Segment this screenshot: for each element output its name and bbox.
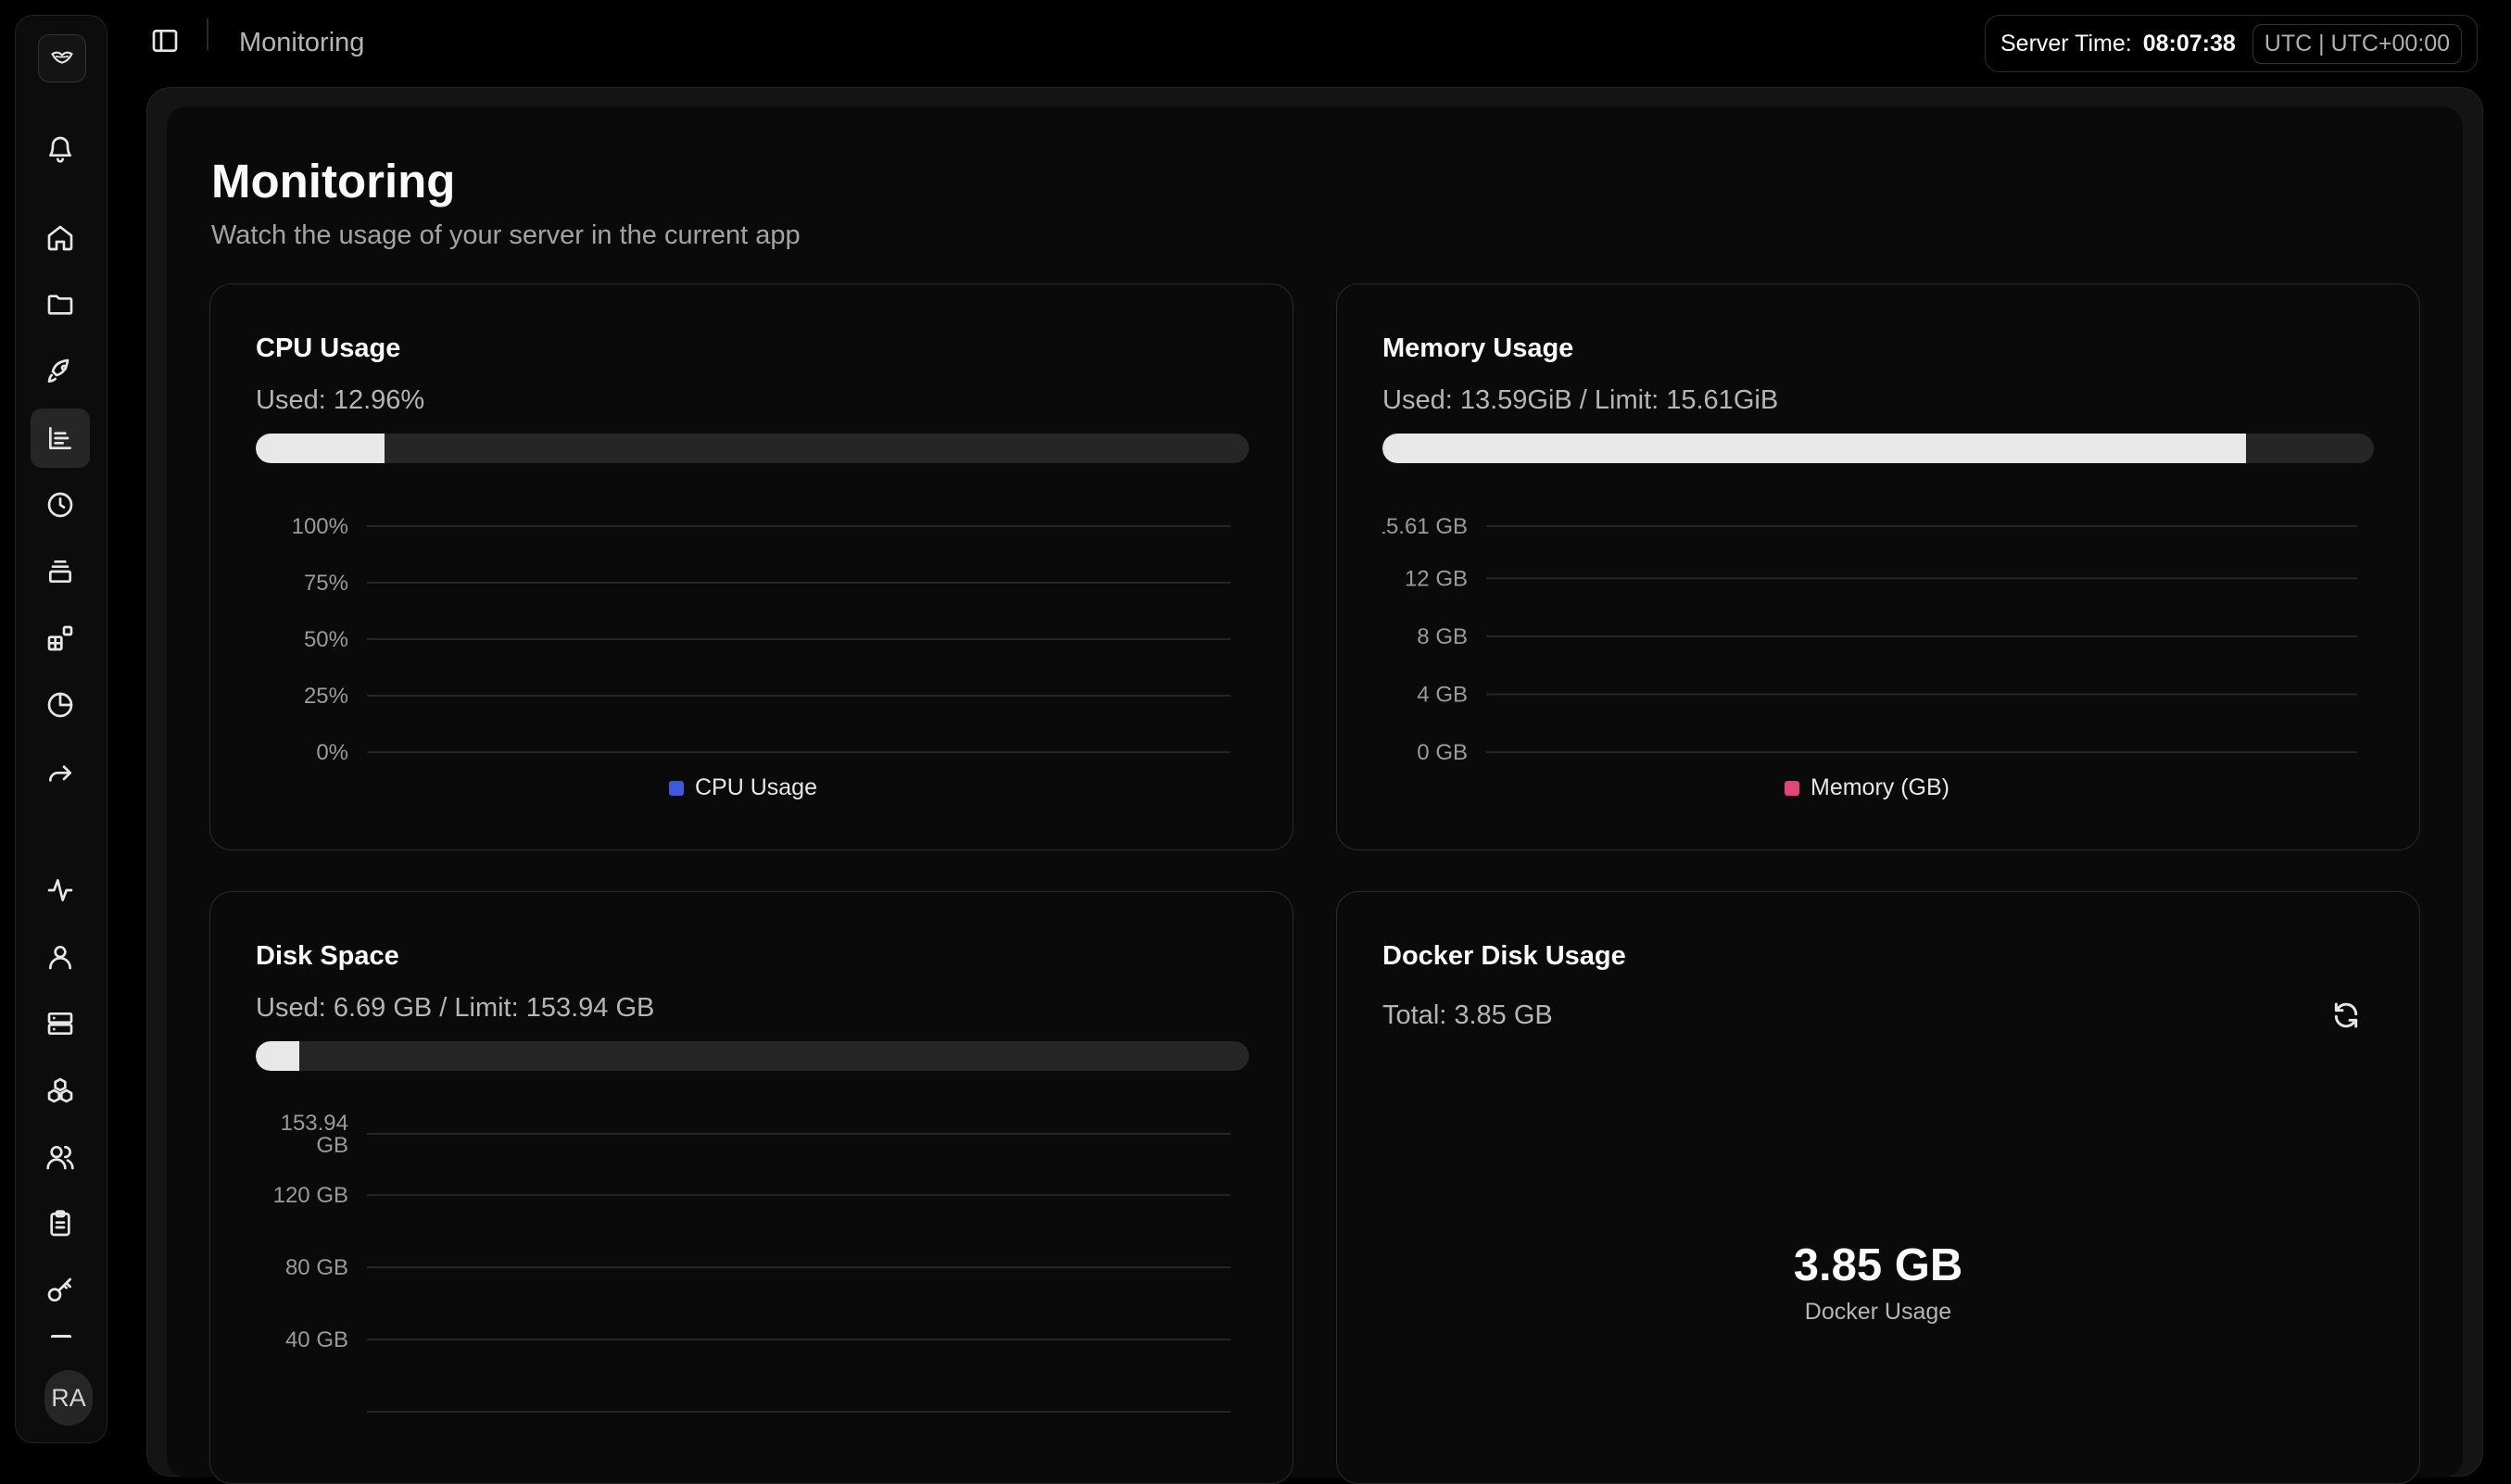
y-tick-label: 40 GB [285, 1327, 348, 1352]
refresh-icon [2334, 1002, 2358, 1028]
logo-icon [51, 51, 73, 64]
sidebar-item-notifications[interactable] [31, 119, 90, 179]
bell-icon [49, 136, 71, 163]
clock-icon [47, 492, 73, 518]
memory-used-text: Used: 13.59GiB / Limit: 15.61GiB [1382, 385, 1779, 415]
sidebar-item-ssh-keys[interactable] [31, 1261, 90, 1320]
memory-chart: 15.61 GB 12 GB 8 GB 4 GB 0 GB [1382, 514, 2357, 765]
docker-usage-label: Docker Usage [1804, 1299, 1952, 1325]
users-icon [46, 1146, 74, 1170]
y-tick-label: 15.61 GB [1382, 514, 1468, 539]
sidebar-item-cluster[interactable] [31, 1061, 90, 1120]
memory-progress-bar [1382, 434, 2374, 463]
activity-icon [47, 879, 73, 901]
sidebar-item-home[interactable] [31, 208, 90, 268]
y-tick-label: 100% [292, 514, 348, 539]
monitoring-icon [49, 427, 71, 449]
pie-chart-icon [47, 692, 73, 718]
y-tick-label: 50% [304, 627, 348, 652]
sidebar-toggle-icon [152, 30, 178, 52]
disk-progress-fill [256, 1041, 299, 1071]
home-icon [47, 225, 73, 251]
rocket-icon [47, 358, 69, 383]
cpu-legend-label: CPU Usage [695, 774, 817, 800]
refresh-button[interactable] [2331, 1000, 2365, 1034]
cpu-progress-bar [256, 434, 1249, 463]
server-time-widget: Server Time: 08:07:38 UTC | UTC+00:00 [1985, 15, 2478, 72]
y-tick-label: 75% [304, 571, 348, 596]
disk-card-title: Disk Space [256, 941, 399, 971]
docker-card-title: Docker Disk Usage [1382, 941, 1626, 971]
server-icon [47, 1012, 73, 1035]
server-time-value: 08:07:38 [2142, 30, 2236, 57]
cpu-used-text: Used: 12.96% [256, 385, 425, 415]
cpu-chart-legend: CPU Usage [669, 774, 817, 801]
sidebar-item-activity[interactable] [31, 861, 90, 920]
memory-chart-legend: Memory (GB) [1785, 774, 1949, 801]
y-tick-label: 0% [316, 740, 348, 765]
docker-total-text: Total: 3.85 GB [1382, 1000, 1553, 1030]
cpu-chart: 100% 75% 50% 25% 0% [292, 514, 1230, 765]
blocks-icon [47, 625, 73, 651]
breadcrumb: Monitoring [239, 28, 365, 57]
app-logo[interactable] [38, 34, 86, 82]
key-icon [47, 1277, 71, 1302]
forward-icon [49, 765, 71, 782]
y-tick-label: 0 GB [1417, 740, 1468, 765]
boxes-icon [47, 1077, 73, 1103]
sidebar-item-schedules[interactable] [31, 475, 90, 534]
cpu-card-title: CPU Usage [256, 333, 401, 363]
avatar[interactable]: RA [44, 1370, 93, 1426]
y-tick-label: 80 GB [285, 1255, 348, 1280]
folder-icon [47, 295, 73, 315]
y-tick-label: 4 GB [1417, 682, 1468, 707]
sidebar-item-redirects[interactable] [31, 742, 90, 801]
y-tick-label: 153.94 GB [281, 1111, 348, 1158]
sidebar-item-monitoring[interactable] [31, 409, 90, 468]
docker-usage-value: 3.85 GB [1793, 1240, 1963, 1290]
y-tick-label: 12 GB [1405, 566, 1468, 591]
sidebar-item-projects[interactable] [31, 275, 90, 334]
sidebar-item-analytics[interactable] [31, 675, 90, 735]
timezone-badge: UTC | UTC+00:00 [2252, 23, 2463, 64]
sidebar-item-deployments[interactable] [31, 342, 90, 401]
sidebar-item-profile[interactable] [31, 927, 90, 987]
disk-chart: 153.94 GB 120 GB 80 GB 40 GB [273, 1111, 1230, 1413]
sidebar-overflow-hint [51, 1335, 71, 1345]
disk-used-text: Used: 6.69 GB / Limit: 153.94 GB [256, 993, 655, 1023]
memory-legend-label: Memory (GB) [1811, 774, 1949, 800]
user-icon [49, 946, 71, 970]
layers-icon [49, 560, 71, 583]
disk-progress-bar [256, 1041, 1249, 1071]
server-time-label: Server Time: [2000, 30, 2132, 57]
page-title: Monitoring [211, 155, 456, 208]
sidebar-item-servers[interactable] [31, 994, 90, 1053]
sidebar: RA [15, 15, 107, 1443]
clipboard-icon [50, 1210, 70, 1237]
avatar-initials: RA [51, 1383, 86, 1412]
y-tick-label: 120 GB [273, 1183, 348, 1208]
docker-disk-usage-card [1336, 891, 2420, 1484]
sidebar-item-users[interactable] [31, 1127, 90, 1187]
memory-legend-swatch [1785, 780, 1799, 796]
y-tick-label: 8 GB [1417, 624, 1468, 649]
sidebar-item-queues[interactable] [31, 542, 90, 601]
sidebar-item-templates[interactable] [31, 609, 90, 668]
memory-card-title: Memory Usage [1382, 333, 1574, 363]
topbar-divider [207, 19, 208, 50]
sidebar-item-audit[interactable] [31, 1194, 90, 1253]
memory-progress-fill [1382, 434, 2246, 463]
y-tick-label: 25% [304, 684, 348, 709]
toggle-sidebar-button[interactable] [150, 26, 183, 59]
cpu-progress-fill [256, 434, 385, 463]
cpu-legend-swatch [669, 780, 684, 796]
page-subtitle: Watch the usage of your server in the cu… [211, 220, 801, 250]
